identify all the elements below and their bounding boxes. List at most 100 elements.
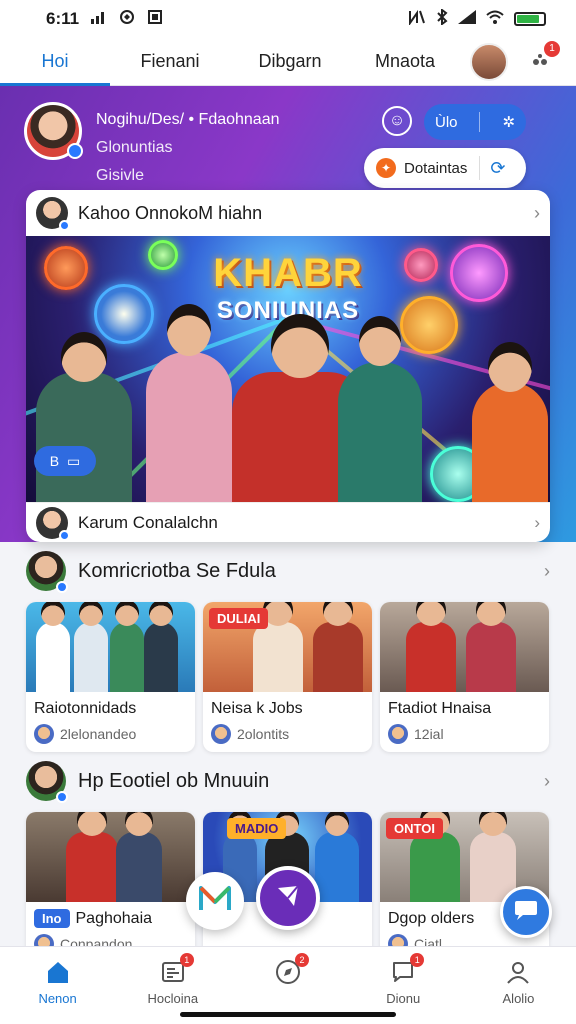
chevron-right-icon[interactable]: ›: [534, 513, 540, 533]
profile-subtitle: Glonuntias: [96, 139, 173, 156]
nav-badge: 1: [410, 953, 425, 967]
donate-button[interactable]: ✦ Dotaintas ⟳: [364, 148, 526, 188]
play-button[interactable]: [256, 866, 320, 930]
music-bubble-icon: [44, 246, 88, 290]
home-indicator[interactable]: [180, 1012, 396, 1017]
status-bar: 6:11: [0, 0, 576, 38]
nav-profile[interactable]: Alolio: [461, 947, 576, 1024]
section-avatar: [26, 551, 68, 593]
section-header[interactable]: Hp Eootiel ob Mnuuin ›: [26, 758, 550, 804]
chat-fab-button[interactable]: [500, 886, 552, 938]
chevron-right-icon[interactable]: ›: [534, 203, 540, 224]
verified-icon: [59, 220, 70, 231]
section-header[interactable]: Komricriotba Se Fdula ›: [26, 548, 550, 594]
content-title: Raiotonnidads: [34, 700, 137, 717]
app-logo-button[interactable]: [186, 872, 244, 930]
profile-name: Nogihu/Des/ • Fdaohnaan: [96, 111, 280, 128]
content-title: Ino Paghohaia: [26, 902, 195, 930]
tab-second[interactable]: Fienani: [110, 38, 230, 86]
content-meta: 12ial: [414, 726, 444, 742]
author-avatar: [36, 506, 70, 541]
profile-caption: Gisivle: [96, 167, 145, 184]
content-thumbnail: [380, 602, 549, 692]
hero-action-pill[interactable]: Ùlo ✲: [424, 104, 526, 140]
verified-icon: [56, 791, 68, 803]
content-tag: Ino: [34, 909, 70, 928]
divider: [479, 112, 481, 132]
feature-card-footer[interactable]: Karum Conalalchn ›: [26, 502, 550, 542]
content-card[interactable]: Ftadiot Hnaisa 12ial: [380, 602, 549, 752]
hero-banner: Nogihu/Des/ • Fdaohnaan Glonuntias Gisiv…: [0, 86, 576, 542]
play-bubble-icon: [400, 296, 458, 354]
chevron-right-icon[interactable]: ›: [544, 561, 550, 582]
content-thumbnail: [26, 602, 195, 692]
content-row: Raiotonnidads 2lelonandeo DULIAI Neisa k…: [26, 602, 550, 752]
person-figure: [338, 316, 422, 502]
content-card[interactable]: Ino Paghohaia Conpandon: [26, 812, 195, 962]
content-tag: DULIAI: [209, 608, 269, 629]
author-avatar: [36, 197, 70, 231]
nav-label: Hocloina: [147, 991, 199, 1006]
signal-icon: [458, 9, 476, 29]
chevron-right-icon[interactable]: ›: [544, 771, 550, 792]
settings-icon[interactable]: ✲: [502, 113, 515, 131]
feature-card[interactable]: Kahoo OnnokoM hiahn › KHABR SONIUNIAS B …: [26, 190, 550, 542]
compass-icon: 2: [273, 953, 309, 987]
feature-image[interactable]: KHABR SONIUNIAS B ▭: [26, 236, 550, 502]
person-figure: [36, 332, 132, 502]
nav-label: Nenon: [38, 991, 77, 1006]
image-icon: [147, 9, 163, 30]
verified-icon: [56, 581, 68, 593]
channel-icon: [34, 724, 54, 744]
nfc-icon: [408, 9, 426, 30]
profile-avatar[interactable]: [24, 102, 83, 160]
emoji-button[interactable]: ☺: [382, 106, 412, 136]
notification-badge: 1: [544, 40, 560, 57]
music-bubble-icon: [94, 284, 154, 344]
screen-icon: ▭: [67, 452, 81, 469]
chat-bubble-icon: [513, 897, 539, 927]
feature-card-title: Kahoo OnnokoM hiahn: [78, 202, 263, 223]
verified-icon: [59, 529, 70, 541]
content-title: Neisa k Jobs: [211, 700, 303, 717]
music-bubble-icon: [148, 240, 178, 270]
channel-icon: [388, 724, 408, 744]
feature-media-badge[interactable]: B ▭: [34, 446, 96, 476]
person-figure: [146, 304, 232, 502]
section-title: Komricriotba Se Fdula: [78, 559, 276, 582]
battery-level: [517, 15, 540, 23]
news-icon: 1: [158, 953, 194, 987]
donate-label: Dotaintas: [404, 159, 468, 177]
home-icon: [43, 957, 73, 987]
user-avatar[interactable]: [470, 42, 508, 81]
verified-icon: [67, 143, 83, 159]
tab-home[interactable]: Hoi: [0, 38, 110, 86]
content-tag: MADIO: [227, 818, 287, 839]
notifications-button[interactable]: 1: [530, 40, 560, 75]
feature-card-header[interactable]: Kahoo OnnokoM hiahn ›: [26, 190, 550, 236]
nav-home[interactable]: Nenon: [0, 947, 115, 1024]
channel-icon: [211, 724, 231, 744]
music-note-icon: [450, 244, 508, 302]
content-card[interactable]: DULIAI Neisa k Jobs 2olontits: [203, 602, 372, 752]
section-title: Hp Eootiel ob Mnuuin: [78, 769, 270, 792]
nav-badge: 2: [295, 953, 309, 967]
divider: [479, 156, 481, 180]
nav-label: Dionu: [386, 991, 421, 1006]
tab-fourth[interactable]: Mnaota: [350, 38, 460, 86]
content-card[interactable]: Raiotonnidads 2lelonandeo: [26, 602, 195, 752]
donate-icon: ✦: [376, 158, 396, 178]
profile-icon: [503, 957, 533, 987]
tab-third[interactable]: Dibgarn: [230, 38, 350, 86]
battery-icon: [514, 12, 546, 26]
app-icon: [119, 9, 135, 30]
top-tab-bar: Hoi Fienani Dibgarn Mnaota 1: [0, 38, 576, 86]
bluetooth-icon: [436, 7, 448, 30]
refresh-icon[interactable]: ⟳: [490, 158, 505, 179]
content-thumbnail: [26, 812, 195, 902]
signal-bars-icon: [91, 9, 107, 29]
hero-pill-left[interactable]: Ùlo: [435, 114, 458, 131]
status-time: 6:11: [46, 9, 80, 28]
feature-badge-label: B: [49, 453, 60, 469]
app-logo-icon: [198, 884, 232, 919]
